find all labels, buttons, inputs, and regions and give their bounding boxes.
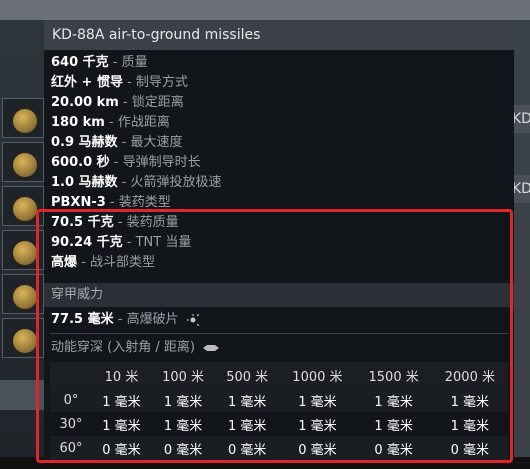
missile-slot-icon — [11, 107, 39, 135]
table-row: 30° 1 毫米 1 毫米 1 毫米 1 毫米 1 毫米 1 毫米 — [50, 412, 508, 436]
weapon-slot[interactable] — [2, 274, 44, 314]
table-row: 60° 0 毫米 0 毫米 0 毫米 0 毫米 0 毫米 0 毫米 — [50, 436, 508, 460]
table-header: 500 米 — [215, 362, 280, 388]
kinetic-penetration-title: 动能穿深 (入射角 / 距离) — [44, 334, 514, 362]
table-cell: 1 毫米 — [298, 418, 337, 434]
weapon-tooltip: KD-88A air-to-ground missiles 640 千克 - 质… — [44, 20, 514, 463]
angle-cell: 30° — [59, 416, 83, 432]
spec-tnt-equivalent: 90.24 千克 - TNT 当量 — [51, 235, 192, 250]
table-row: 0° 1 毫米 1 毫米 1 毫米 1 毫米 1 毫米 1 毫米 — [50, 388, 508, 412]
weapon-slot[interactable] — [2, 186, 44, 226]
spec-range: 180 km - 作战距离 — [51, 115, 170, 130]
weapon-slot[interactable] — [2, 98, 44, 138]
table-cell: 1 毫米 — [228, 418, 267, 434]
table-cell: 1 毫米 — [150, 388, 216, 412]
spec-max-speed: 0.9 马赫数 - 最大速度 — [51, 135, 183, 150]
table-cell: 0 毫米 — [279, 436, 356, 460]
spec-list: 640 千克 - 质量 红外 + 惯导 - 制导方式 20.00 km - 锁定… — [44, 50, 514, 273]
tooltip-title: KD-88A air-to-ground missiles — [44, 20, 514, 50]
table-header-row: 10 米 100 米 500 米 1000 米 1500 米 2000 米 — [50, 362, 508, 388]
table-cell: 1 毫米 — [163, 418, 203, 434]
angle-cell: 60° — [50, 436, 92, 460]
table-cell: 1 毫米 — [431, 388, 508, 412]
spec-guidance-time: 600.0 秒 - 导弹制导时长 — [51, 155, 201, 170]
spec-explosive-type: PBXN-3 - 装药类型 — [51, 195, 171, 210]
rocket-pod-icon — [11, 195, 39, 223]
spec-lock-range: 20.00 km - 锁定距离 — [51, 95, 184, 110]
weapon-slot[interactable] — [2, 318, 44, 358]
table-cell: 0 毫米 — [355, 436, 432, 460]
rocket-pod-icon — [11, 327, 39, 355]
rocket-pod-icon — [11, 239, 39, 267]
table-cell: 1 毫米 — [374, 418, 413, 434]
fragment-penetration: 77.5 毫米 - 高爆破片 — [44, 307, 514, 333]
table-cell: 1 毫米 — [279, 388, 356, 412]
spec-explosive-mass: 70.5 千克 - 装药质量 — [51, 215, 179, 230]
table-cell: 1 毫米 — [102, 418, 141, 434]
table-header: 100 米 — [150, 362, 216, 388]
table-header: 2000 米 — [431, 362, 508, 388]
table-cell: 0 毫米 — [215, 436, 280, 460]
table-header: 1500 米 — [355, 362, 432, 388]
armor-section-header: 穿甲威力 — [44, 283, 514, 307]
background-top — [0, 0, 530, 20]
spec-release-speed: 1.0 马赫数 - 火箭弹投放极速 — [51, 175, 222, 190]
table-cell: 0 毫米 — [92, 436, 151, 460]
weapon-slot[interactable] — [2, 142, 44, 182]
table-cell: 1 毫米 — [355, 388, 432, 412]
weapon-slot[interactable] — [2, 230, 44, 270]
angle-cell: 0° — [50, 388, 92, 412]
table-cell: 1 毫米 — [92, 388, 151, 412]
fragmentation-icon — [186, 313, 199, 326]
bottom-bar — [0, 380, 48, 410]
table-cell: 1 毫米 — [215, 388, 280, 412]
table-cell: 1 毫米 — [450, 418, 490, 434]
penetration-table: 10 米 100 米 500 米 1000 米 1500 米 2000 米 0°… — [50, 362, 508, 460]
rocket-pod-icon — [11, 283, 39, 311]
spec-guidance: 红外 + 惯导 - 制导方式 — [51, 75, 188, 90]
table-cell: 0 毫米 — [431, 436, 508, 460]
spec-warhead-type: 高爆 - 战斗部类型 — [51, 255, 155, 270]
distance-arrows-icon — [203, 344, 220, 351]
table-header — [50, 362, 92, 388]
table-header: 1000 米 — [279, 362, 356, 388]
bomb-slot-icon — [11, 151, 39, 179]
spec-mass: 640 千克 - 质量 — [51, 55, 148, 70]
table-header: 10 米 — [92, 362, 151, 388]
table-cell: 0 毫米 — [150, 436, 216, 460]
